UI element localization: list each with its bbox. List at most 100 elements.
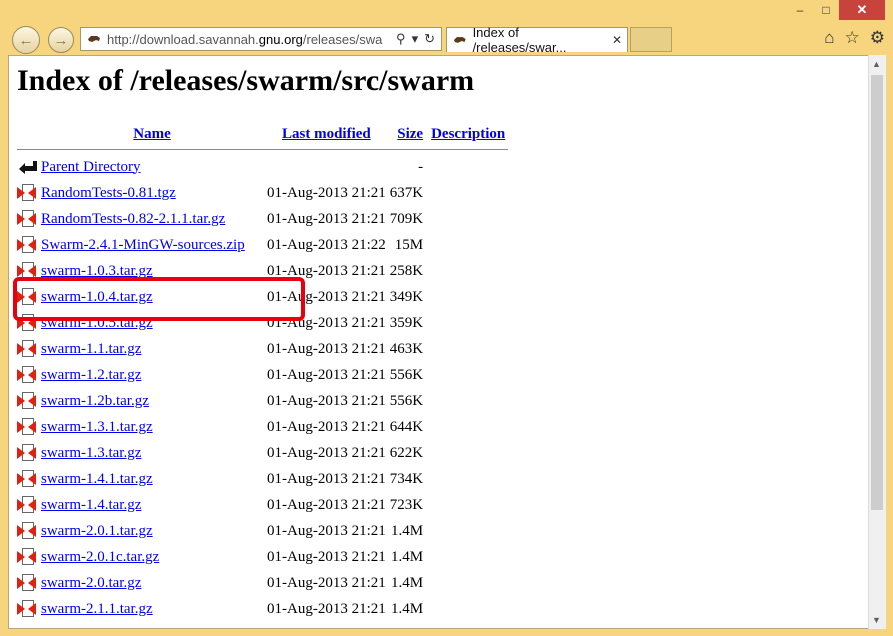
sort-last-modified-link[interactable]: Last modified bbox=[282, 126, 371, 142]
last-modified: 01-Aug-2013 21:21 bbox=[267, 470, 386, 487]
last-modified: 01-Aug-2013 21:21 bbox=[267, 418, 386, 435]
highlight-box bbox=[13, 277, 305, 321]
file-link[interactable]: swarm-2.0.tar.gz bbox=[41, 575, 141, 591]
table-row: swarm-1.4.tar.gz 01-Aug-2013 21:21 723K bbox=[17, 492, 508, 518]
compressed-file-icon bbox=[17, 573, 37, 593]
file-link[interactable]: swarm-1.4.tar.gz bbox=[41, 497, 141, 513]
compressed-file-icon bbox=[17, 547, 37, 567]
description bbox=[423, 570, 508, 596]
gear-icon[interactable]: ⚙ bbox=[870, 28, 885, 48]
file-size: 1.4M bbox=[391, 522, 424, 539]
tab-active[interactable]: Index of /releases/swar... ✕ bbox=[446, 25, 628, 55]
maximize-button[interactable]: □ bbox=[813, 0, 839, 20]
sort-size-link[interactable]: Size bbox=[397, 126, 423, 142]
minimize-button[interactable]: – bbox=[787, 0, 813, 20]
description bbox=[423, 336, 508, 362]
gnu-favicon-icon bbox=[453, 37, 466, 43]
file-link[interactable]: RandomTests-0.82-2.1.1.tar.gz bbox=[41, 211, 225, 227]
last-modified: 01-Aug-2013 21:21 bbox=[267, 574, 386, 591]
right-toolbar: ⌂ ☆ ⚙ bbox=[824, 28, 885, 48]
home-icon[interactable]: ⌂ bbox=[824, 28, 834, 48]
compressed-file-icon bbox=[17, 599, 37, 619]
table-row: swarm-1.3.1.tar.gz 01-Aug-2013 21:21 644K bbox=[17, 414, 508, 440]
file-link[interactable]: swarm-2.0.1.tar.gz bbox=[41, 523, 153, 539]
file-link[interactable]: swarm-2.1.1.tar.gz bbox=[41, 601, 153, 617]
last-modified: 01-Aug-2013 21:21 bbox=[267, 210, 386, 227]
compressed-file-icon bbox=[17, 521, 37, 541]
forward-button[interactable]: → bbox=[48, 27, 74, 53]
scrollbar-thumb[interactable] bbox=[871, 75, 883, 510]
file-link[interactable]: swarm-1.3.tar.gz bbox=[41, 445, 141, 461]
tab-close-icon[interactable]: ✕ bbox=[612, 33, 622, 47]
compressed-file-icon bbox=[17, 391, 37, 411]
compressed-file-icon bbox=[17, 495, 37, 515]
file-size: 258K bbox=[389, 262, 424, 279]
file-link[interactable]: swarm-1.4.1.tar.gz bbox=[41, 471, 153, 487]
vertical-scrollbar[interactable]: ▲ ▼ bbox=[868, 55, 886, 629]
last-modified: 01-Aug-2013 21:21 bbox=[267, 392, 386, 409]
file-size: 556K bbox=[389, 366, 424, 383]
description bbox=[423, 544, 508, 570]
close-window-button[interactable]: ✕ bbox=[839, 0, 885, 20]
description bbox=[423, 284, 508, 310]
last-modified: 01-Aug-2013 21:21 bbox=[267, 548, 386, 565]
address-url[interactable]: http://download.savannah.gnu.org/release… bbox=[107, 32, 396, 47]
description bbox=[423, 596, 508, 622]
description bbox=[423, 180, 508, 206]
scroll-up-icon[interactable]: ▲ bbox=[872, 59, 881, 69]
last-modified: 01-Aug-2013 21:22 bbox=[267, 236, 386, 253]
file-link[interactable]: swarm-1.1.tar.gz bbox=[41, 341, 141, 357]
sort-description-link[interactable]: Description bbox=[431, 126, 505, 142]
last-modified: 01-Aug-2013 21:21 bbox=[267, 496, 386, 513]
description bbox=[423, 310, 508, 336]
file-size: 734K bbox=[389, 470, 424, 487]
file-link[interactable]: Parent Directory bbox=[41, 159, 141, 175]
file-size: 359K bbox=[389, 314, 424, 331]
file-size: 723K bbox=[389, 496, 424, 513]
sort-name-link[interactable]: Name bbox=[133, 126, 171, 142]
file-size: 1.4M bbox=[391, 548, 424, 565]
compressed-file-icon bbox=[17, 443, 37, 463]
file-link[interactable]: swarm-1.3.1.tar.gz bbox=[41, 419, 153, 435]
table-row: swarm-1.2.tar.gz 01-Aug-2013 21:21 556K bbox=[17, 362, 508, 388]
refresh-icon[interactable]: ↻ bbox=[424, 31, 435, 47]
compressed-file-icon bbox=[17, 417, 37, 437]
search-icon[interactable]: ⚲ bbox=[396, 31, 406, 47]
table-row: swarm-1.2b.tar.gz 01-Aug-2013 21:21 556K bbox=[17, 388, 508, 414]
table-row: Swarm-2.4.1-MinGW-sources.zip 01-Aug-2013… bbox=[17, 232, 508, 258]
description bbox=[423, 414, 508, 440]
file-size: 463K bbox=[389, 340, 424, 357]
address-bar[interactable]: http://download.savannah.gnu.org/release… bbox=[80, 27, 442, 51]
last-modified bbox=[265, 154, 388, 180]
file-link[interactable]: Swarm-2.4.1-MinGW-sources.zip bbox=[41, 237, 245, 253]
last-modified: 01-Aug-2013 21:21 bbox=[267, 600, 386, 617]
file-size: 637K bbox=[389, 184, 424, 201]
dropdown-icon[interactable]: ▾ bbox=[412, 31, 419, 47]
file-link[interactable]: swarm-2.0.1c.tar.gz bbox=[41, 549, 159, 565]
tab-title: Index of /releases/swar... bbox=[472, 25, 567, 55]
table-row: swarm-2.0.1c.tar.gz 01-Aug-2013 21:21 1.4M bbox=[17, 544, 508, 570]
scroll-down-icon[interactable]: ▼ bbox=[872, 615, 881, 625]
table-row: swarm-2.0.tar.gz 01-Aug-2013 21:21 1.4M bbox=[17, 570, 508, 596]
file-size: 709K bbox=[389, 210, 424, 227]
back-button[interactable]: ← bbox=[12, 26, 40, 54]
description bbox=[423, 388, 508, 414]
back-arrow-icon: ← bbox=[18, 31, 34, 49]
table-row: Parent Directory - bbox=[17, 154, 508, 180]
description bbox=[423, 232, 508, 258]
file-size: 349K bbox=[389, 288, 424, 305]
file-link[interactable]: swarm-1.2b.tar.gz bbox=[41, 393, 149, 409]
new-tab-button[interactable] bbox=[630, 27, 672, 52]
file-size: 1.4M bbox=[391, 574, 424, 591]
table-row: swarm-2.0.1.tar.gz 01-Aug-2013 21:21 1.4M bbox=[17, 518, 508, 544]
parent-directory-icon bbox=[19, 160, 37, 174]
description bbox=[423, 440, 508, 466]
compressed-file-icon bbox=[17, 365, 37, 385]
last-modified: 01-Aug-2013 21:21 bbox=[267, 366, 386, 383]
description bbox=[423, 154, 508, 180]
star-icon[interactable]: ☆ bbox=[845, 28, 860, 48]
file-link[interactable]: swarm-1.2.tar.gz bbox=[41, 367, 141, 383]
file-link[interactable]: RandomTests-0.81.tgz bbox=[41, 185, 176, 201]
description bbox=[423, 258, 508, 284]
page-title: Index of /releases/swarm/src/swarm bbox=[17, 64, 475, 97]
